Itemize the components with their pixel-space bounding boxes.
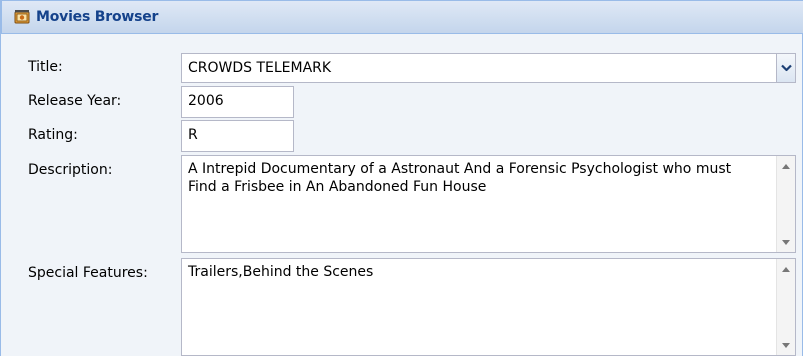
scroll-up-icon[interactable]: [777, 158, 795, 174]
special-features-scrollbar[interactable]: [776, 259, 795, 355]
film-icon: [14, 9, 30, 25]
special-features-label: Special Features:: [28, 265, 148, 281]
rating-value: R: [188, 127, 198, 143]
special-features-value: Trailers,Behind the Scenes: [188, 264, 374, 280]
description-textarea[interactable]: A Intrepid Documentary of a Astronaut An…: [181, 155, 796, 253]
description-label: Description:: [28, 162, 113, 178]
chevron-down-icon: [780, 60, 792, 76]
title-dropdown-trigger[interactable]: [776, 54, 795, 82]
release-year-value: 2006: [188, 93, 224, 109]
movies-browser-panel: Movies Browser Title: CROWDS TELEMARK Re…: [0, 0, 803, 356]
panel-header: Movies Browser: [1, 0, 803, 34]
description-value: A Intrepid Documentary of a Astronaut An…: [188, 161, 732, 195]
panel-title: Movies Browser: [36, 9, 159, 25]
title-combobox[interactable]: CROWDS TELEMARK: [181, 53, 796, 83]
rating-field[interactable]: R: [181, 120, 294, 152]
description-scrollbar[interactable]: [776, 156, 795, 252]
release-year-field[interactable]: 2006: [181, 86, 294, 118]
scroll-up-icon[interactable]: [777, 261, 795, 277]
rating-label: Rating:: [28, 127, 78, 143]
scroll-down-icon[interactable]: [777, 234, 795, 250]
special-features-textarea[interactable]: Trailers,Behind the Scenes: [181, 258, 796, 356]
title-label: Title:: [28, 59, 63, 75]
title-value: CROWDS TELEMARK: [188, 60, 332, 76]
scroll-down-icon[interactable]: [777, 337, 795, 353]
release-year-label: Release Year:: [28, 93, 122, 109]
